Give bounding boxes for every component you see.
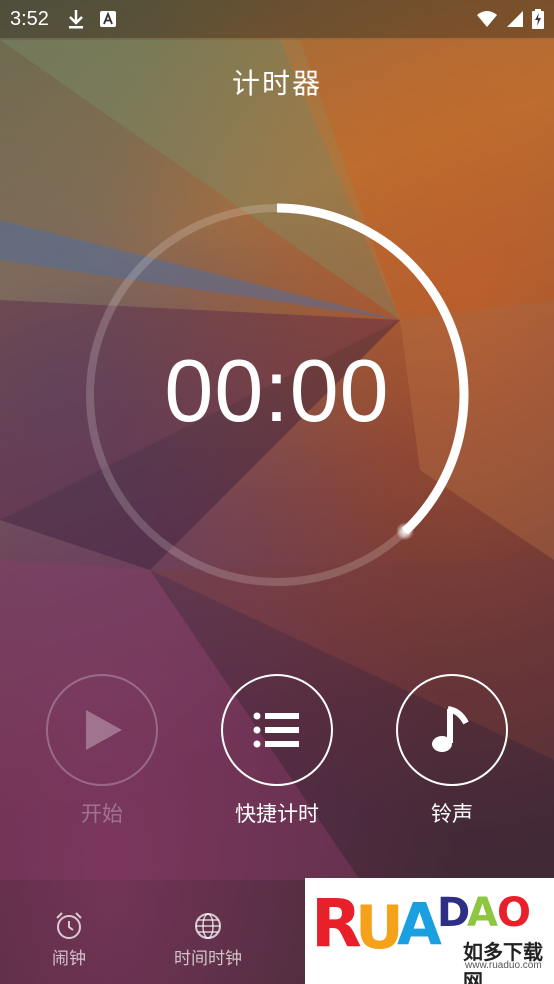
- watermark-logo: R U A D A O 如多下载网 www.ruaduo.com: [305, 878, 554, 984]
- a-notification-icon: [99, 11, 116, 27]
- nav-alarm[interactable]: 闹钟: [44, 908, 94, 969]
- page-title: 计时器: [231, 67, 322, 100]
- status-time: 3:52: [10, 7, 49, 30]
- start-control[interactable]: 开始: [46, 674, 158, 828]
- globe-icon: [195, 913, 221, 939]
- watermark-letter: A: [467, 890, 498, 936]
- quick-timer-button[interactable]: [221, 674, 333, 786]
- quick-timer-control[interactable]: 快捷计时: [221, 674, 333, 828]
- nav-world-clock[interactable]: 时间时钟: [168, 908, 248, 969]
- dial-handle[interactable]: [396, 522, 415, 541]
- music-note-icon: [432, 706, 469, 752]
- start-label: 开始: [81, 802, 123, 826]
- list-icon: [253, 712, 299, 748]
- signal-icon: [507, 11, 523, 27]
- quick-timer-label: 快捷计时: [235, 802, 319, 826]
- ringtone-button[interactable]: [396, 674, 508, 786]
- start-button[interactable]: [46, 674, 158, 786]
- status-bar: 3:52: [0, 0, 554, 38]
- watermark-letter: A: [397, 890, 442, 956]
- watermark-letter: D: [437, 890, 470, 936]
- nav-alarm-label: 闹钟: [52, 949, 86, 969]
- nav-world-clock-label: 时间时钟: [174, 949, 242, 969]
- timer-display: 00:00: [164, 341, 390, 440]
- wifi-icon: [477, 11, 497, 27]
- download-icon: [68, 10, 83, 29]
- ringtone-control[interactable]: 铃声: [396, 674, 508, 828]
- battery-charging-icon: [532, 9, 544, 29]
- watermark-letter: O: [497, 890, 531, 936]
- ringtone-label: 铃声: [431, 802, 473, 826]
- alarm-clock-icon: [56, 912, 82, 939]
- play-icon: [86, 710, 122, 750]
- watermark-url: www.ruaduo.com: [465, 960, 542, 971]
